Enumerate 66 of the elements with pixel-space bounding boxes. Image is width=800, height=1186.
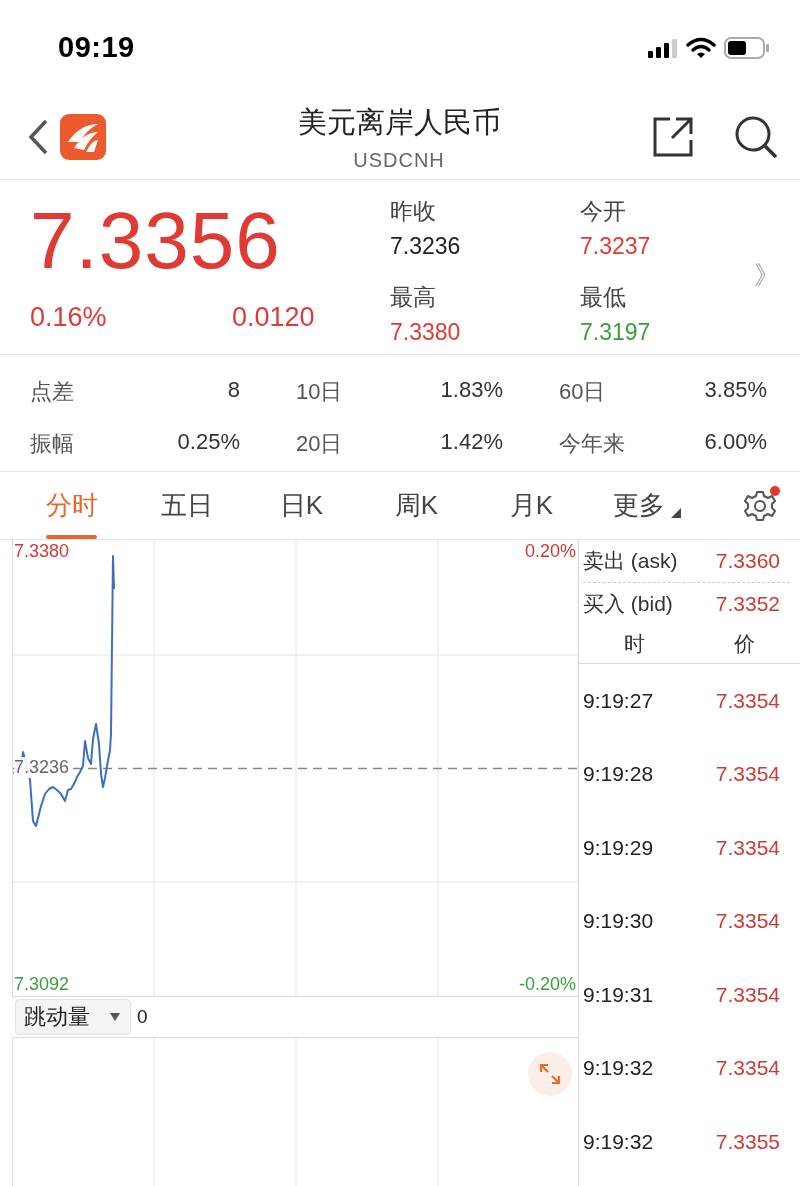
stat-label: 10日 <box>296 378 343 406</box>
chart-tab[interactable]: 日K <box>244 472 359 539</box>
ask-price: 7.3360 <box>715 549 780 573</box>
stat-value: 0.25% <box>177 429 240 456</box>
bid-label: 买入 (bid) <box>583 591 673 617</box>
stat-value: 1.83% <box>440 377 503 404</box>
chart-tab[interactable]: 月K <box>474 472 589 539</box>
field-label: 今开 <box>580 197 627 226</box>
field-value: 7.3237 <box>580 233 652 260</box>
previous-close-label: 7.3236 <box>14 757 70 778</box>
field-value: 7.3236 <box>390 233 462 260</box>
stat-value: 8 <box>227 377 240 404</box>
stat-label: 今年来 <box>559 430 625 458</box>
search-button[interactable] <box>734 115 778 159</box>
page-title: 美元离岸人民币 <box>297 104 501 140</box>
field-value: 7.3380 <box>390 319 462 346</box>
trade-time: 9:19:32 <box>583 1129 654 1154</box>
stat-label: 振幅 <box>30 430 74 458</box>
trade-time: 9:19:28 <box>583 762 654 787</box>
trade-price: 7.3354 <box>715 909 780 934</box>
trade-time: 9:19:30 <box>583 909 654 934</box>
trade-time: 9:19:27 <box>583 688 654 713</box>
trade-price: 7.3354 <box>715 762 780 787</box>
field-label: 昨收 <box>390 197 437 226</box>
app-logo-icon <box>60 114 106 160</box>
signal-icon <box>648 37 678 58</box>
chart-tab[interactable]: 五日 <box>129 472 244 539</box>
field-label: 最高 <box>390 283 437 312</box>
trade-price: 7.3354 <box>715 835 780 860</box>
field-label: 最低 <box>580 283 627 312</box>
symbol-code: USDCNH <box>353 148 445 172</box>
current-price: 7.3356 <box>30 196 282 286</box>
more-menu-button[interactable]: 更多 <box>589 472 704 539</box>
wifi-icon <box>686 36 716 59</box>
stat-label: 点差 <box>30 378 74 406</box>
trade-price: 7.3354 <box>715 982 780 1007</box>
trade-price: 7.3355 <box>715 1129 780 1154</box>
back-button[interactable] <box>26 117 50 157</box>
field-value: 7.3197 <box>580 319 652 346</box>
column-header: 时 <box>622 631 646 657</box>
trade-price: 7.3354 <box>715 688 780 713</box>
stat-label: 20日 <box>296 430 343 458</box>
trade-time: 9:19:29 <box>583 835 654 860</box>
stat-label: 60日 <box>559 378 606 406</box>
dropdown-caret-icon <box>670 507 681 518</box>
clock-time: 09:19 <box>58 31 135 64</box>
expand-icon <box>539 1063 561 1085</box>
trade-time: 9:19:31 <box>583 982 654 1007</box>
change-amount: 0.0120 <box>232 302 315 333</box>
ask-label: 卖出 (ask) <box>583 548 678 574</box>
chart-tab[interactable]: 周K <box>359 472 474 539</box>
stat-value: 6.00% <box>704 429 767 456</box>
dropdown-caret-icon <box>110 1013 120 1021</box>
indicator-dropdown[interactable]: 跳动量 <box>15 999 131 1035</box>
battery-icon <box>724 36 770 59</box>
trade-price: 7.3354 <box>715 1056 780 1081</box>
notification-dot <box>770 485 780 496</box>
column-header: 价 <box>733 631 757 657</box>
share-button[interactable] <box>652 116 694 158</box>
stat-value: 3.85% <box>704 377 767 404</box>
stat-value: 1.42% <box>440 429 503 456</box>
bid-price: 7.3352 <box>715 592 780 616</box>
fullscreen-button[interactable] <box>528 1052 572 1096</box>
change-percent: 0.16% <box>30 302 108 333</box>
indicator-value: 0 <box>137 1006 148 1028</box>
trade-time: 9:19:32 <box>583 1056 654 1081</box>
